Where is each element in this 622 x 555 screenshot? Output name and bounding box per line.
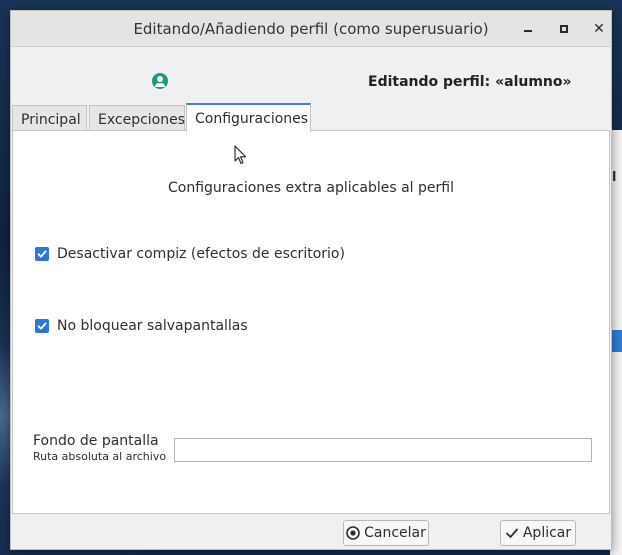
editing-profile-label: Editando perfil: «alumno» <box>368 74 572 90</box>
apply-label: Aplicar <box>522 525 572 541</box>
option-no-screensaver-lock[interactable]: No bloquear salvapantallas <box>35 318 248 334</box>
maximize-icon <box>560 25 568 33</box>
tab-configuraciones[interactable]: Configuraciones <box>186 103 311 132</box>
tab-bar: Principal Excepciones Configuraciones <box>11 103 611 132</box>
cancel-icon <box>346 526 360 540</box>
dialog-footer: Cancelar Aplicar <box>11 514 611 551</box>
titlebar: Editando/Añadiendo perfil (como superusu… <box>11 11 611 47</box>
cancel-label: Cancelar <box>364 525 426 541</box>
tab-principal[interactable]: Principal <box>12 105 87 131</box>
profile-header: Editando perfil: «alumno» <box>11 47 611 111</box>
option-disable-compiz[interactable]: Desactivar compiz (efectos de escritorio… <box>35 246 345 262</box>
option-label: Desactivar compiz (efectos de escritorio… <box>57 246 345 262</box>
wallpaper-sublabel: Ruta absoluta al archivo <box>33 450 167 463</box>
configuraciones-panel: Configuraciones extra aplicables al perf… <box>12 130 610 514</box>
user-circle-icon <box>152 73 168 89</box>
tab-excepciones[interactable]: Excepciones <box>89 105 185 131</box>
minimize-icon <box>524 30 532 32</box>
maximize-button[interactable] <box>556 21 572 37</box>
wallpaper-label: Fondo de pantalla <box>33 433 159 449</box>
option-label: No bloquear salvapantallas <box>57 318 248 334</box>
checkmark-icon <box>505 526 519 540</box>
mouse-pointer-icon <box>234 145 247 165</box>
wallpaper-path-input[interactable] <box>174 438 592 462</box>
checkbox-checked-icon[interactable] <box>35 247 49 261</box>
apply-button[interactable]: Aplicar <box>500 520 576 546</box>
cancel-button[interactable]: Cancelar <box>343 520 429 546</box>
panel-heading: Configuraciones extra aplicables al perf… <box>168 180 454 196</box>
close-button[interactable]: ✕ <box>591 21 607 37</box>
profile-dialog: Editando/Añadiendo perfil (como superusu… <box>10 10 612 550</box>
checkbox-checked-icon[interactable] <box>35 319 49 333</box>
minimize-button[interactable] <box>520 21 536 37</box>
wallpaper-label-group: Fondo de pantalla Ruta absoluta al archi… <box>33 433 166 463</box>
